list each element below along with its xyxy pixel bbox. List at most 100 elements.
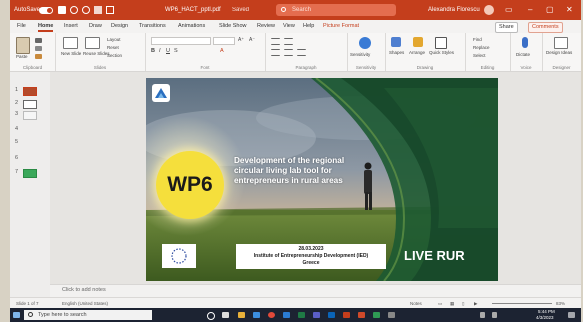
shapes-label[interactable]: Shapes — [389, 50, 404, 55]
arrange-label[interactable]: Arrange — [409, 50, 425, 55]
thumbnail-2[interactable]: 2 — [10, 99, 50, 110]
font-size-dropdown[interactable] — [213, 37, 235, 45]
strikethrough-icon[interactable]: S — [174, 48, 178, 54]
layout-button[interactable]: Layout — [107, 37, 121, 42]
tab-draw[interactable]: Draw — [89, 20, 102, 33]
dictate-label[interactable]: Dictate — [516, 52, 530, 57]
comments-button[interactable]: Comments — [528, 22, 563, 33]
start-from-beginning-icon[interactable] — [94, 6, 102, 14]
file-explorer-icon[interactable] — [238, 312, 245, 318]
event-info-box[interactable]: 28.03.2023 Institute of Entrepreneurship… — [236, 244, 386, 269]
quick-styles-label[interactable]: Quick Styles — [429, 50, 454, 55]
start-icon[interactable] — [13, 312, 20, 318]
acrobat-icon[interactable] — [358, 312, 365, 318]
tab-file[interactable]: File — [17, 20, 26, 33]
thumbnail-1[interactable]: 1 — [10, 86, 50, 97]
excel-icon[interactable] — [298, 312, 305, 318]
sensitivity-label[interactable]: Sensitivity — [350, 52, 370, 57]
underline-icon[interactable]: U — [166, 48, 170, 54]
font-family-dropdown[interactable] — [151, 37, 211, 45]
notes-pane[interactable]: Click to add notes — [50, 284, 581, 297]
app-icon-gray[interactable] — [388, 312, 395, 318]
maximize-icon[interactable]: ▢ — [546, 0, 554, 20]
copy-icon[interactable] — [35, 46, 42, 51]
new-slide-icon[interactable] — [63, 37, 78, 49]
quick-styles-icon[interactable] — [435, 37, 447, 49]
word-icon[interactable] — [283, 312, 290, 318]
tab-transitions[interactable]: Transitions — [139, 20, 166, 33]
numbering-icon[interactable] — [284, 38, 293, 45]
cortana-icon[interactable] — [207, 312, 215, 320]
tab-home[interactable]: Home — [38, 20, 54, 33]
new-slide-label[interactable]: New Slide — [61, 51, 81, 56]
tab-insert[interactable]: Insert — [64, 20, 78, 33]
section-button[interactable]: Section — [107, 53, 122, 58]
align-right-icon[interactable] — [297, 49, 306, 56]
design-ideas-icon[interactable] — [554, 37, 568, 49]
shapes-icon[interactable] — [391, 37, 401, 47]
shrink-font-icon[interactable]: A⁻ — [249, 37, 255, 43]
tab-review[interactable]: Review — [257, 20, 275, 33]
format-painter-icon[interactable] — [35, 54, 42, 59]
chrome-icon[interactable] — [268, 312, 275, 318]
thumbnail-4[interactable]: 4 — [10, 125, 50, 136]
thumbnail-3[interactable]: 3 — [10, 110, 50, 121]
close-icon[interactable]: ✕ — [566, 0, 573, 20]
redo-icon[interactable] — [82, 6, 90, 14]
arrange-icon[interactable] — [413, 37, 423, 47]
notifications-icon[interactable] — [568, 312, 575, 318]
volume-icon[interactable] — [492, 312, 497, 318]
reset-button[interactable]: Reset — [107, 45, 119, 50]
tab-animations[interactable]: Animations — [178, 20, 205, 33]
bold-icon[interactable]: B — [151, 48, 155, 54]
font-color-icon[interactable]: A — [220, 48, 224, 54]
network-icon[interactable] — [480, 312, 485, 318]
microphone-icon[interactable] — [522, 37, 528, 48]
undo-icon[interactable] — [70, 6, 78, 14]
taskbar-time[interactable]: 5:44 PM — [538, 309, 555, 314]
search-box[interactable]: Search — [276, 4, 396, 16]
app-icon-green[interactable] — [373, 312, 380, 318]
event-date: 28.03.2023 — [298, 246, 324, 252]
find-button[interactable]: Find — [473, 37, 482, 42]
tab-help[interactable]: Help — [303, 20, 314, 33]
align-center-icon[interactable] — [284, 49, 293, 56]
save-icon[interactable] — [58, 6, 66, 14]
tab-design[interactable]: Design — [111, 20, 128, 33]
grow-font-icon[interactable]: A⁺ — [238, 37, 244, 43]
design-ideas-label[interactable]: Design Ideas — [546, 50, 572, 55]
thumbnail-7[interactable]: 7 — [10, 168, 50, 179]
minimize-icon[interactable]: – — [528, 0, 532, 20]
tab-view[interactable]: View — [283, 20, 295, 33]
thumbnail-6[interactable]: 6 — [10, 154, 50, 165]
edge-icon[interactable] — [253, 312, 260, 318]
reuse-slides-label[interactable]: Reuse Slides — [83, 51, 110, 56]
slide-headline[interactable]: Development of the regional circular liv… — [234, 156, 358, 186]
avatar[interactable] — [484, 5, 494, 15]
touch-mode-icon[interactable] — [106, 6, 114, 14]
italic-icon[interactable]: I — [159, 48, 161, 54]
align-left-icon[interactable] — [271, 49, 280, 56]
cut-icon[interactable] — [35, 38, 42, 43]
share-button[interactable]: Share — [495, 22, 518, 33]
taskbar-date[interactable]: 4/3/2023 — [536, 315, 554, 320]
bullets-icon[interactable] — [271, 38, 280, 45]
ribbon-display-icon[interactable]: ▭ — [505, 0, 513, 20]
select-button[interactable]: Select — [473, 53, 486, 58]
powerpoint-icon[interactable] — [343, 312, 350, 318]
paste-icon[interactable] — [16, 37, 30, 54]
tab-slide-show[interactable]: Slide Show — [219, 20, 247, 33]
thumbnail-5[interactable]: 5 — [10, 138, 50, 149]
zoom-slider[interactable] — [492, 303, 552, 304]
outlook-icon[interactable] — [328, 312, 335, 318]
reuse-slides-icon[interactable] — [85, 37, 100, 49]
taskbar-search[interactable]: Type here to search — [24, 310, 152, 320]
paste-label[interactable]: Paste — [16, 54, 28, 59]
autosave-toggle[interactable] — [39, 7, 53, 14]
replace-button[interactable]: Replace — [473, 45, 490, 50]
teams-icon[interactable] — [313, 312, 320, 318]
task-view-icon[interactable] — [222, 312, 229, 318]
slide-canvas[interactable]: WP6 Development of the regional circular… — [146, 78, 498, 281]
tab-picture-format[interactable]: Picture Format — [323, 20, 359, 33]
sensitivity-icon[interactable] — [359, 37, 371, 49]
